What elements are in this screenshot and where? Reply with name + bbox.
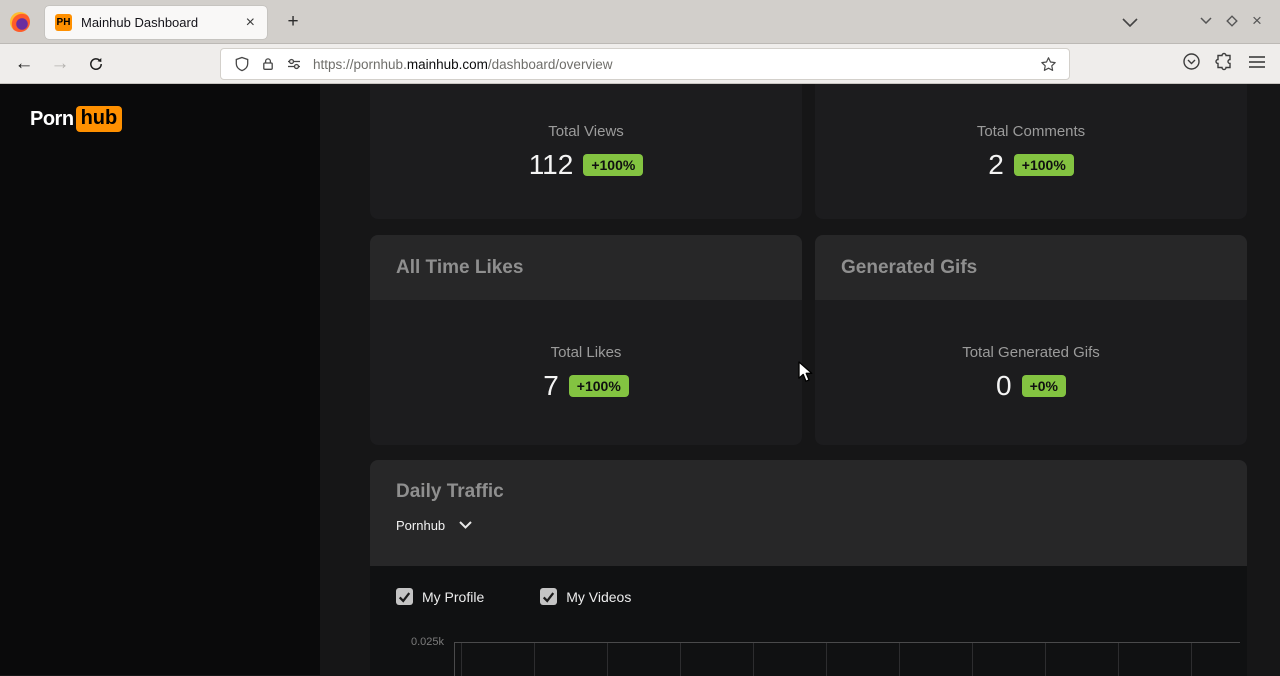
pornhub-logo[interactable]: Porn hub <box>30 106 320 132</box>
lock-icon[interactable] <box>255 51 281 77</box>
new-tab-button[interactable]: + <box>280 9 306 35</box>
sidebar: Porn hub <box>0 84 320 675</box>
y-axis-tick: 0.025k <box>396 636 444 676</box>
stat-value: 0 <box>996 370 1012 402</box>
url-text[interactable]: https://pornhub.mainhub.com/dashboard/ov… <box>313 57 1035 72</box>
url-bar[interactable]: https://pornhub.mainhub.com/dashboard/ov… <box>220 48 1070 80</box>
stat-value: 112 <box>529 149 574 181</box>
series-toggles: My Profile My Videos <box>396 588 1247 605</box>
chart-plot-area <box>454 642 1240 676</box>
daily-traffic-card: Daily Traffic Pornhub My Profile <box>370 460 1247 676</box>
site-selector-value[interactable]: Pornhub <box>396 518 445 533</box>
stat-card-row: Total Views 112 +100% Total Comments 2 +… <box>370 84 1247 219</box>
total-comments-card: Total Comments 2 +100% <box>815 84 1247 219</box>
titled-card-row: All Time Likes Total Likes 7 +100% Gener… <box>370 235 1247 445</box>
back-icon[interactable]: ← <box>10 44 38 84</box>
bookmark-star-icon[interactable] <box>1035 51 1061 77</box>
main-content: Total Views 112 +100% Total Comments 2 +… <box>320 84 1280 675</box>
card-header: All Time Likes <box>370 235 802 300</box>
stat-value: 2 <box>988 149 1004 181</box>
card-header: Generated Gifs <box>815 235 1247 300</box>
logo-part-porn: Porn <box>30 108 74 131</box>
delta-badge: +100% <box>583 154 643 176</box>
delta-badge: +100% <box>1014 154 1074 176</box>
hamburger-menu-icon[interactable] <box>1248 55 1266 74</box>
window-minimize-icon[interactable] <box>1200 17 1212 24</box>
tab-title: Mainhub Dashboard <box>81 15 244 30</box>
stat-label: Total Generated Gifs <box>962 344 1100 361</box>
toggle-label: My Videos <box>566 589 631 605</box>
toggle-label: My Profile <box>422 589 484 605</box>
logo-part-hub: hub <box>76 106 123 132</box>
chevron-down-icon[interactable] <box>459 516 472 534</box>
tab-close-icon[interactable]: × <box>244 15 257 31</box>
window-close-icon[interactable]: × <box>1252 12 1262 29</box>
browser-toolbar: ← → https://pornhub.mainhub.com/dashboar… <box>0 44 1280 84</box>
stat-value: 7 <box>543 370 559 402</box>
all-time-likes-card: All Time Likes Total Likes 7 +100% <box>370 235 802 445</box>
stat-label: Total Comments <box>977 123 1085 140</box>
toggle-my-videos[interactable]: My Videos <box>540 588 631 605</box>
daily-traffic-title: Daily Traffic <box>396 481 1221 503</box>
card-title: Generated Gifs <box>841 257 977 279</box>
delta-badge: +100% <box>569 375 629 397</box>
stat-label: Total Views <box>529 123 644 140</box>
site-favicon: PH <box>55 14 72 31</box>
window-controls: × <box>1200 12 1262 29</box>
page: Porn hub Total Views 112 +100% Total Com… <box>0 84 1280 675</box>
card-title: All Time Likes <box>396 257 523 279</box>
daily-traffic-header: Daily Traffic Pornhub <box>370 460 1247 566</box>
url-path: /dashboard/overview <box>488 57 613 72</box>
checkbox-checked-icon[interactable] <box>396 588 413 605</box>
firefox-icon <box>10 12 30 32</box>
shield-icon[interactable] <box>229 51 255 77</box>
toggle-my-profile[interactable]: My Profile <box>396 588 484 605</box>
url-domain: mainhub.com <box>407 57 488 72</box>
toolbar-right-icons <box>1182 44 1280 84</box>
list-all-tabs-icon[interactable] <box>1122 14 1138 32</box>
pocket-icon[interactable] <box>1182 52 1201 76</box>
browser-tab-bar: PH Mainhub Dashboard × + × <box>0 0 1280 44</box>
daily-traffic-body: My Profile My Videos 0.025k <box>370 566 1247 676</box>
reload-icon[interactable] <box>82 44 110 84</box>
daily-traffic-chart: 0.025k <box>396 642 1247 676</box>
forward-icon[interactable]: → <box>46 44 74 84</box>
delta-badge: +0% <box>1022 375 1066 397</box>
checkbox-checked-icon[interactable] <box>540 588 557 605</box>
generated-gifs-card: Generated Gifs Total Generated Gifs 0 +0… <box>815 235 1247 445</box>
browser-tab[interactable]: PH Mainhub Dashboard × <box>45 6 267 39</box>
url-prefix: https://pornhub. <box>313 57 407 72</box>
total-views-card: Total Views 112 +100% <box>370 84 802 219</box>
permissions-icon[interactable] <box>281 51 307 77</box>
window-maximize-icon[interactable] <box>1225 14 1239 28</box>
extensions-puzzle-icon[interactable] <box>1215 52 1234 76</box>
stat-label: Total Likes <box>543 344 629 361</box>
